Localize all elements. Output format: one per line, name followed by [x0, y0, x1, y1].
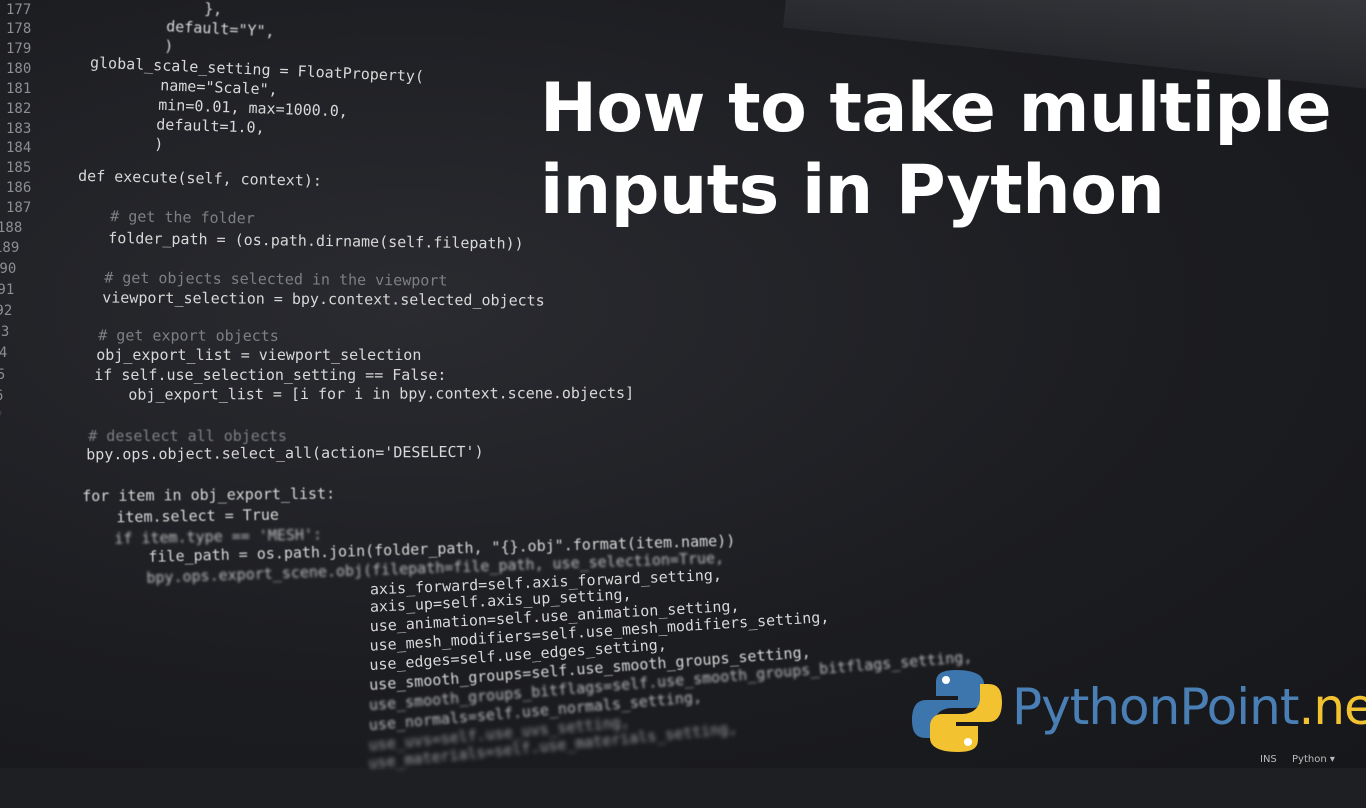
editor-status-bar: INS Python ▾	[1230, 748, 1366, 768]
code-line: # get the folder	[37, 206, 255, 228]
code-line: )	[45, 132, 164, 154]
code-line: def execute(self, context):	[41, 166, 323, 190]
code-line: viewport_selection = bpy.context.selecte…	[29, 288, 545, 310]
page-title: How to take multiple inputs in Python	[540, 68, 1360, 232]
status-mode: INS	[1260, 754, 1277, 765]
code-line: for item in obj_export_list:	[9, 484, 336, 506]
code-line: item.select = True	[7, 505, 280, 528]
logo-tld: .net	[1298, 678, 1366, 736]
status-language[interactable]: Python ▾	[1292, 754, 1335, 765]
code-line: # deselect all objects	[16, 427, 287, 445]
logo-brand: PythonPoint	[1012, 678, 1299, 736]
code-line: folder_path = (os.path.dirname(self.file…	[35, 228, 524, 253]
code-line: # get export objects	[25, 326, 279, 345]
code-line: obj_export_list = [i for i in bpy.contex…	[19, 383, 635, 404]
title-line-2: inputs in Python	[540, 151, 1165, 230]
pythonpoint-logo[interactable]: PythonPoint.net	[912, 668, 1366, 754]
code-line: if self.use_selection_setting == False:	[22, 366, 447, 384]
code-line: obj_export_list = viewport_selection	[24, 346, 422, 364]
code-line: bpy.ops.object.select_all(action='DESELE…	[13, 442, 484, 464]
code-line: # get objects selected in the viewport	[31, 268, 448, 290]
python-logo-icon	[912, 670, 1002, 752]
logo-wordmark: PythonPoint.net	[1012, 676, 1366, 738]
title-line-1: How to take multiple	[540, 69, 1332, 148]
